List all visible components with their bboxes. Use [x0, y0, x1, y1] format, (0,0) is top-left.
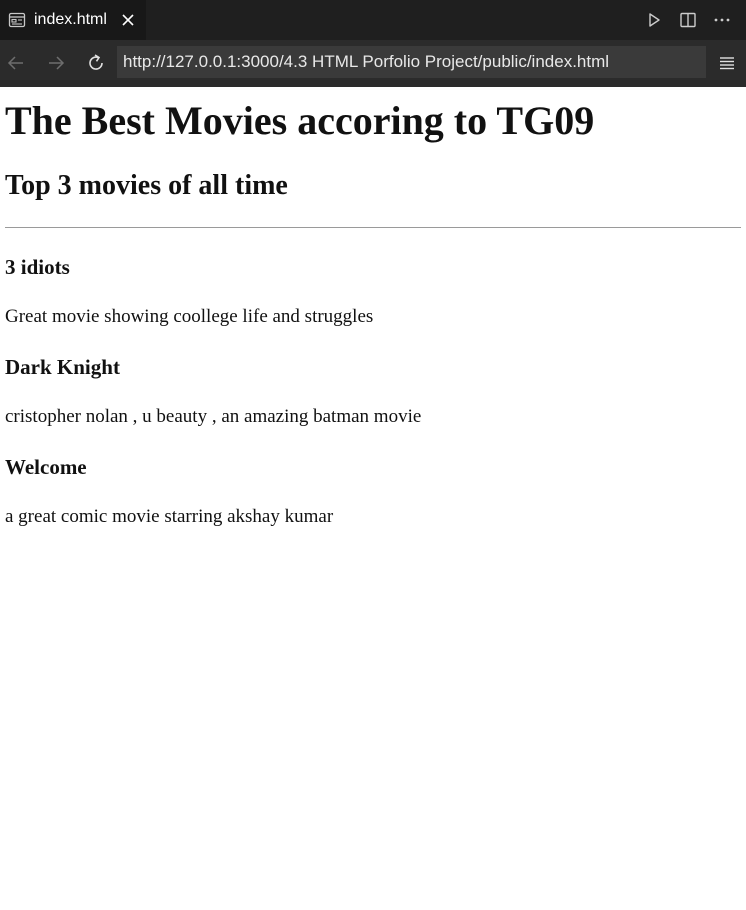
page-title: The Best Movies accoring to TG09 [5, 98, 595, 143]
movie-title: Welcome [5, 455, 87, 479]
tab-label: index.html [34, 11, 107, 28]
forward-arrow-icon[interactable] [46, 53, 66, 73]
movie-title: 3 idiots [5, 255, 70, 279]
close-icon[interactable] [120, 12, 136, 28]
play-icon[interactable] [644, 10, 664, 30]
back-arrow-icon[interactable] [6, 53, 26, 73]
preview-icon [8, 11, 26, 29]
tab-bar: index.html [0, 0, 746, 40]
page-subtitle: Top 3 movies of all time [5, 170, 288, 201]
divider [5, 227, 741, 228]
tab-index-html[interactable]: index.html [0, 0, 146, 40]
movie-description: a great comic movie starring akshay kuma… [5, 506, 334, 527]
menu-icon[interactable] [718, 54, 736, 72]
split-editor-icon[interactable] [678, 10, 698, 30]
browser-toolbar [0, 40, 746, 87]
more-icon[interactable] [712, 10, 732, 30]
reload-icon[interactable] [86, 53, 106, 73]
movie-title: Dark Knight [5, 355, 120, 379]
page-content: The Best Movies accoring to TG09 Top 3 m… [0, 97, 746, 528]
editor-actions [644, 0, 746, 40]
movie-description: Great movie showing coollege life and st… [5, 306, 374, 327]
address-bar[interactable] [117, 46, 706, 78]
movie-description: cristopher nolan , u beauty , an amazing… [5, 406, 422, 427]
